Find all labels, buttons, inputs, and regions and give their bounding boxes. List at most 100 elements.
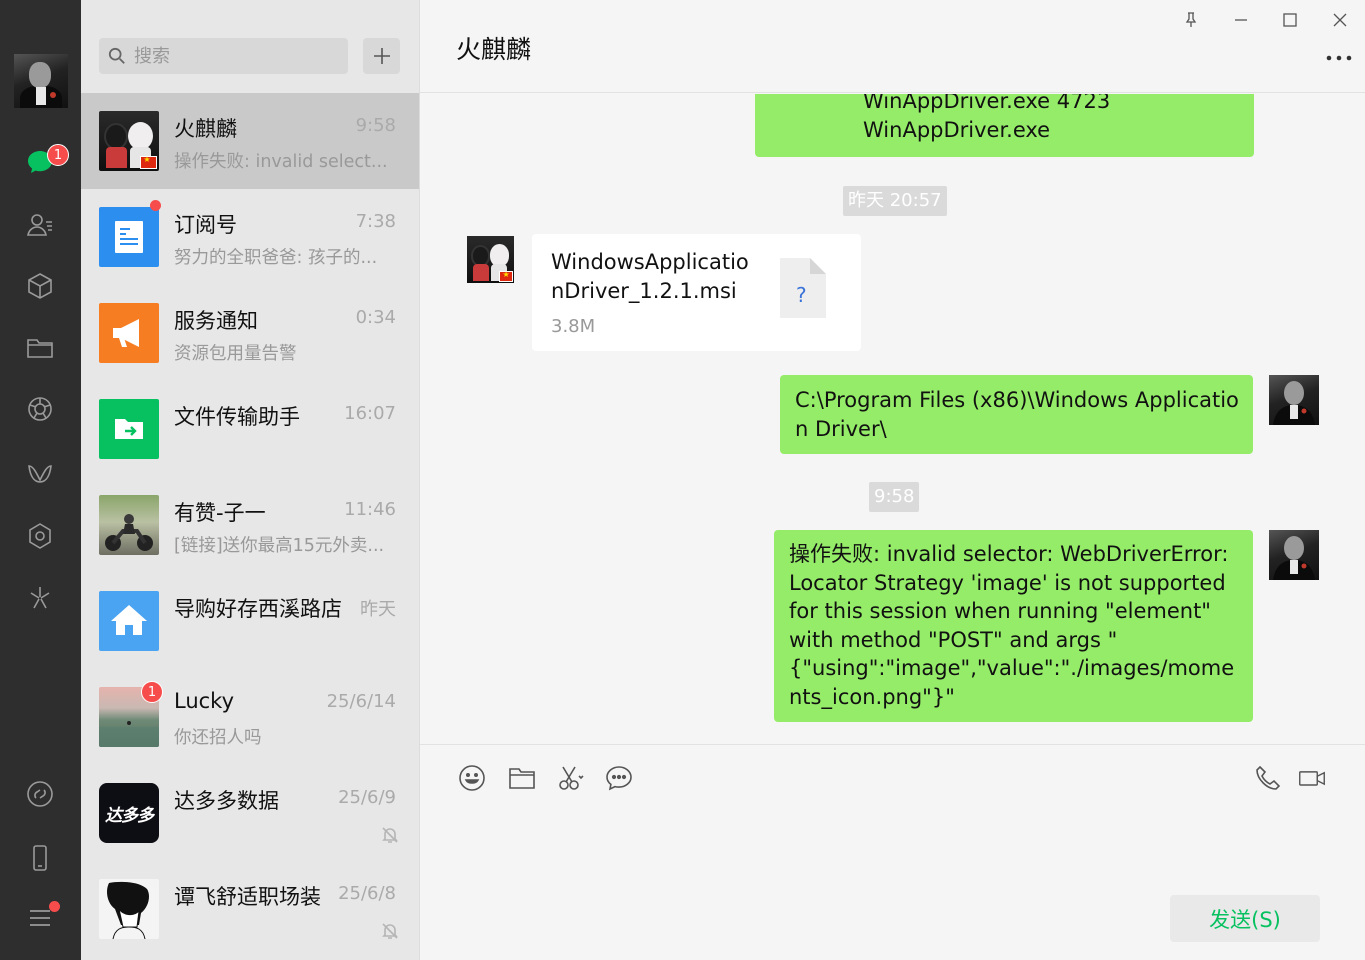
avatar: [99, 111, 159, 171]
minimize-icon[interactable]: [1229, 8, 1253, 32]
message-text: C:\Program Files (x86)\Windows Applicati…: [795, 388, 1239, 441]
chat-pane: 火麒麟 WinAppDriver.exe 4723 WinAppDriver.e…: [420, 0, 1365, 960]
add-chat-button[interactable]: [363, 38, 400, 74]
menu-update-dot: [49, 901, 60, 912]
conversation-name: Lucky: [174, 689, 235, 713]
message-text: 操作失败: invalid selector: WebDriverError: …: [789, 542, 1235, 709]
search-input[interactable]: [134, 45, 334, 67]
conversation-time: 11:46: [344, 499, 396, 520]
my-message-avatar[interactable]: [1269, 530, 1319, 580]
mini-program-box-icon[interactable]: [20, 266, 60, 306]
my-avatar[interactable]: [14, 54, 68, 108]
message-list: WinAppDriver.exe 4723 WinAppDriver.exe 昨…: [420, 94, 1365, 744]
message-bubble-sent[interactable]: WinAppDriver.exe 4723 WinAppDriver.exe: [755, 94, 1254, 157]
message-timestamp: 昨天 20:57: [843, 186, 947, 216]
file-message-card[interactable]: WindowsApplicationDriver_1.2.1.msi 3.8M …: [532, 234, 861, 351]
conversation-name: 谭飞舒适职场装: [174, 885, 321, 909]
conversation-preview: 努力的全职爸爸: 孩子的...: [174, 248, 378, 268]
search-network-icon[interactable]: [20, 516, 60, 556]
conversation-time: 9:58: [355, 115, 396, 136]
conversation-name: 火麒麟: [174, 117, 237, 141]
message-bubble-sent[interactable]: 操作失败: invalid selector: WebDriverError: …: [774, 530, 1253, 722]
conversation-time: 7:38: [355, 211, 396, 232]
message-text: WinAppDriver.exe 4723: [863, 94, 1111, 113]
voice-call-icon[interactable]: [1253, 763, 1283, 793]
menu-icon[interactable]: [20, 898, 60, 938]
message-bubble-sent[interactable]: C:\Program Files (x86)\Windows Applicati…: [780, 375, 1253, 454]
search-box[interactable]: [99, 38, 348, 74]
moments-aperture-icon[interactable]: [20, 389, 60, 429]
conversation-item-lucky[interactable]: 1 Lucky 25/6/14 你还招人吗: [81, 669, 419, 765]
sparkle-icon[interactable]: [20, 578, 60, 618]
conversation-name: 订阅号: [174, 213, 237, 237]
conversation-name: 导购好存西溪路店: [174, 597, 342, 621]
file-transfer-icon: [99, 399, 159, 459]
file-name: WindowsApplicationDriver_1.2.1.msi: [551, 250, 749, 303]
chat-header: 火麒麟: [420, 0, 1365, 93]
conversation-time: 25/6/14: [326, 691, 396, 712]
file-size: 3.8M: [551, 316, 596, 337]
conversation-name: 有赞-子一: [174, 501, 266, 525]
conversation-time: 16:07: [344, 403, 396, 424]
contact-avatar[interactable]: [467, 236, 514, 283]
home-icon: [99, 591, 159, 651]
conversation-preview: 操作失败: invalid select...: [174, 152, 388, 172]
conversation-list: 火麒麟 9:58 操作失败: invalid select... 订阅号 7:3…: [81, 0, 420, 960]
conversation-item-daduoduo[interactable]: 达多多 达多多数据 25/6/9: [81, 765, 419, 861]
send-button[interactable]: 发送(S): [1170, 895, 1320, 942]
conversation-preview: 资源包用量告警: [174, 344, 297, 364]
channels-icon[interactable]: [20, 454, 60, 494]
phone-device-icon[interactable]: [20, 838, 60, 878]
conversation-time: 25/6/8: [338, 883, 396, 904]
more-options-icon[interactable]: [1325, 48, 1353, 68]
video-call-icon[interactable]: [1296, 763, 1328, 793]
unread-badge: 1: [141, 681, 163, 703]
close-icon[interactable]: [1328, 8, 1352, 32]
conversation-time: 昨天: [360, 599, 396, 620]
conversation-time: 0:34: [355, 307, 396, 328]
mini-programs-link-icon[interactable]: [20, 774, 60, 814]
megaphone-icon: [99, 303, 159, 363]
conversation-item-youzan[interactable]: 有赞-子一 11:46 [链接]送你最高15元外卖...: [81, 477, 419, 573]
subscription-icon: [99, 207, 159, 267]
input-area: 发送(S): [420, 744, 1365, 960]
conversation-item-tanfei[interactable]: 谭飞舒适职场装 25/6/8: [81, 861, 419, 957]
contacts-icon[interactable]: [20, 205, 60, 245]
conversation-item-service-notice[interactable]: 服务通知 0:34 资源包用量告警: [81, 285, 419, 381]
daduoduo-logo: 达多多: [99, 783, 159, 843]
svg-text:?: ?: [796, 283, 807, 307]
plus-icon: [373, 48, 390, 64]
left-nav: 1: [0, 0, 81, 960]
mute-bell-icon: [382, 827, 398, 843]
chat-title: 火麒麟: [456, 35, 532, 64]
emoji-icon[interactable]: [457, 763, 487, 793]
conversation-item-store[interactable]: 导购好存西溪路店 昨天: [81, 573, 419, 669]
unread-dot: [150, 200, 161, 211]
send-file-folder-icon[interactable]: [507, 763, 537, 793]
chat-nav-icon[interactable]: 1: [20, 142, 69, 182]
chat-badge: 1: [47, 144, 69, 166]
avatar: [99, 495, 159, 555]
mute-bell-icon: [382, 923, 398, 939]
screenshot-scissors-icon[interactable]: [556, 763, 586, 793]
conversation-name: 达多多数据: [174, 789, 279, 813]
conversation-name: 服务通知: [174, 309, 258, 333]
message-timestamp: 9:58: [869, 482, 920, 512]
conversation-item-subscriptions[interactable]: 订阅号 7:38 努力的全职爸爸: 孩子的...: [81, 189, 419, 285]
conversation-name: 文件传输助手: [174, 405, 300, 429]
message-text: WinAppDriver.exe: [863, 117, 1051, 142]
conversation-time: 25/6/9: [338, 787, 396, 808]
conversation-item-file-transfer[interactable]: 文件传输助手 16:07: [81, 381, 419, 477]
conversation-preview: 你还招人吗: [174, 728, 262, 748]
conversation-preview: [链接]送你最高15元外卖...: [174, 536, 385, 556]
maximize-icon[interactable]: [1278, 8, 1302, 32]
my-message-avatar[interactable]: [1269, 375, 1319, 425]
conversation-item-火麒麟[interactable]: 火麒麟 9:58 操作失败: invalid select...: [81, 93, 419, 189]
unknown-file-icon: ?: [780, 258, 826, 318]
folder-icon[interactable]: [20, 328, 60, 368]
message-input[interactable]: [456, 805, 1326, 885]
search-icon: [108, 47, 125, 64]
avatar: [99, 879, 159, 939]
pin-icon[interactable]: [1179, 8, 1203, 32]
chat-history-icon[interactable]: [604, 763, 634, 793]
